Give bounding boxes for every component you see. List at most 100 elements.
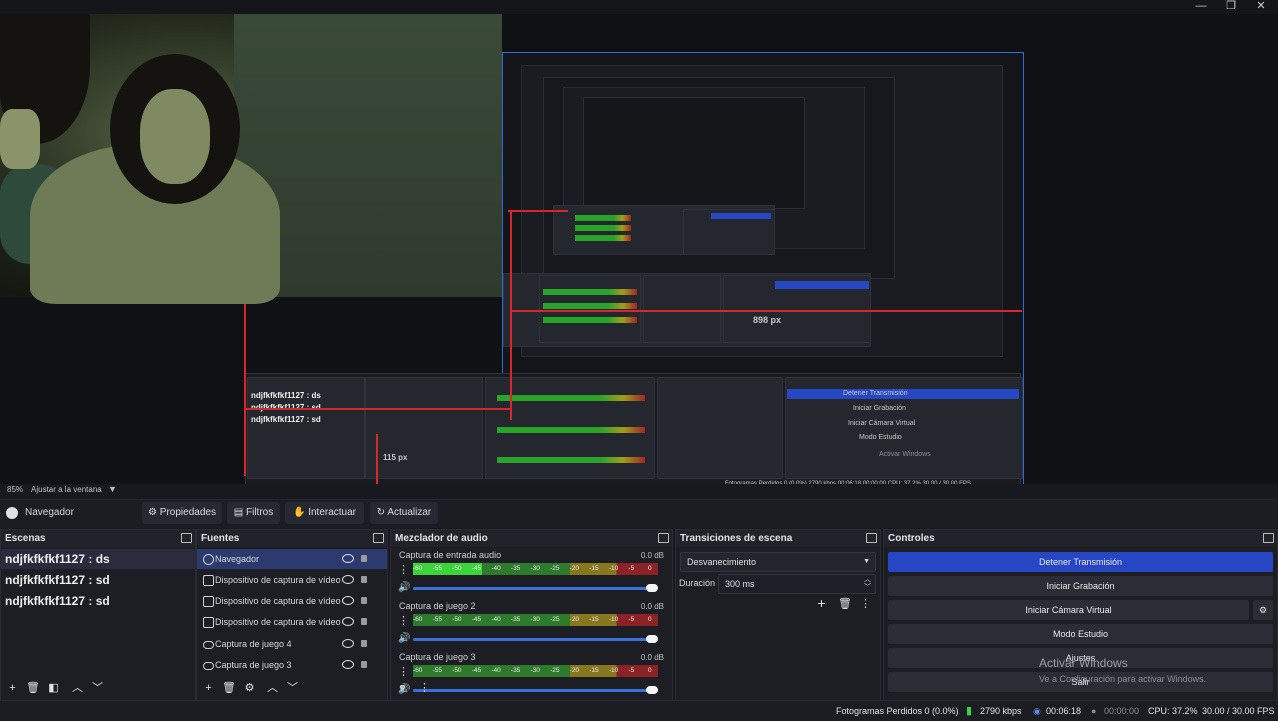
chevron-up-icon[interactable]: ︿ — [72, 683, 83, 694]
meter-tick-label: -60 — [413, 565, 423, 572]
trash-icon[interactable]: 🗑 — [26, 683, 40, 694]
lock-icon[interactable] — [361, 555, 367, 562]
globe-icon — [203, 554, 214, 565]
properties-button[interactable]: ⚙ Propiedades — [142, 502, 222, 524]
trash-icon[interactable]: 🗑 — [222, 683, 236, 694]
lock-icon[interactable] — [361, 576, 367, 583]
eye-icon[interactable] — [342, 575, 354, 584]
more-icon[interactable]: ⋮ — [398, 616, 409, 627]
source-item[interactable]: Captura de juego 4 — [197, 634, 387, 654]
meter-tick-label: 0 — [648, 616, 652, 623]
interact-button[interactable]: ✋ Interactuar — [285, 502, 364, 524]
refresh-button[interactable]: ↻ Actualizar — [370, 502, 438, 524]
volume-slider[interactable] — [413, 635, 658, 643]
zoom-mode-select[interactable]: Ajustar a la ventana — [31, 485, 102, 494]
sources-toolbar: + 🗑 ⚙ ︿ ﹀ — [197, 678, 387, 700]
meter-tick-label: -55 — [432, 667, 442, 674]
source-item[interactable]: Dispositivo de captura de vídeo — [197, 591, 387, 611]
chevron-down-icon[interactable]: ▼ — [108, 484, 117, 494]
undock-icon[interactable] — [1263, 533, 1274, 543]
start-virtual-camera-button[interactable]: Iniciar Cámara Virtual — [888, 600, 1249, 620]
fps: 30.00 / 30.00 FPS — [1202, 706, 1275, 716]
source-item[interactable]: Captura de juego 3 — [197, 655, 387, 675]
scene-item[interactable]: ndjfkfkfkf1127 : sd — [1, 591, 195, 611]
source-item[interactable]: Dispositivo de captura de vídeo — [197, 570, 387, 590]
transition-select[interactable]: Desvanecimiento ▼ — [680, 552, 876, 572]
more-icon[interactable]: ⋮ — [398, 565, 409, 576]
nested-control-4: Modo Estudio — [859, 434, 902, 441]
nested-preview: 898 px ndjfkfkfkf1127 : ds ndjfkfkfkf112… — [245, 52, 1024, 493]
scene-item[interactable]: ndjfkfkfkf1127 : ds — [1, 549, 195, 569]
undock-icon[interactable] — [181, 533, 192, 543]
stop-stream-button[interactable]: Detener Transmisión — [888, 552, 1273, 572]
meter-tick-label: -50 — [452, 616, 462, 623]
more-icon[interactable]: ⋮ — [419, 683, 430, 694]
channel-name: Captura de juego 2 — [399, 601, 476, 611]
undock-icon[interactable] — [866, 533, 877, 543]
duration-label: Duración — [679, 578, 716, 588]
preview-canvas[interactable]: 898 px ndjfkfkfkf1127 : ds ndjfkfkfkf112… — [0, 14, 1278, 493]
more-icon[interactable]: ⋮ — [860, 599, 871, 610]
lock-icon[interactable] — [361, 640, 367, 647]
meter-tick-label: -15 — [589, 565, 599, 572]
chevron-down-icon[interactable]: ﹀ — [864, 579, 871, 597]
gear-icon[interactable]: ⚙ — [244, 683, 255, 694]
minimize-button[interactable]: — — [1186, 0, 1216, 14]
chevron-down-icon[interactable]: ﹀ — [287, 683, 298, 694]
chevron-up-icon[interactable]: ︿ — [267, 683, 278, 694]
meter-tick-label: -5 — [628, 565, 635, 572]
mixer-title: Mezclador de audio — [391, 530, 672, 547]
gear-icon[interactable]: ⚙ — [1253, 600, 1273, 620]
source-toolbar: Navegador ⚙ Propiedades ▤ Filtros ✋ Inte… — [0, 499, 1278, 528]
guide-line-h2 — [244, 408, 510, 410]
source-item[interactable]: Navegador — [197, 549, 387, 569]
channel-name: Captura de juego 3 — [399, 652, 476, 662]
eye-icon[interactable] — [342, 554, 354, 563]
add-icon[interactable]: + — [7, 683, 18, 694]
duration-field[interactable]: 300 ms ︿ ﹀ — [718, 574, 876, 594]
bitrate: 2790 kbps — [980, 706, 1022, 716]
link-icon[interactable]: ⚭ — [397, 683, 408, 694]
zoom-row: 85% Ajustar a la ventana ▼ — [0, 484, 1278, 498]
lock-icon[interactable] — [361, 597, 367, 604]
scenes-dock: Escenas ndjfkfkfkf1127 : ds ndjfkfkfkf11… — [0, 529, 196, 701]
channel-name: Captura de entrada audio — [399, 550, 502, 560]
volume-slider-knob[interactable] — [646, 584, 658, 592]
meter-tick-label: -10 — [608, 616, 619, 623]
more-icon[interactable]: ⋮ — [398, 667, 409, 678]
filters-button[interactable]: ▤ Filtros — [227, 502, 280, 524]
meter-tick-label: -25 — [550, 667, 560, 674]
filter-icon[interactable]: ◧ — [48, 683, 59, 694]
eye-icon[interactable] — [342, 617, 354, 626]
chevron-down-icon[interactable]: ﹀ — [92, 683, 103, 694]
selected-source-name: Navegador — [25, 507, 74, 518]
undock-icon[interactable] — [658, 533, 669, 543]
activation-watermark-title: Activar Windows — [1039, 656, 1128, 670]
source-item[interactable]: Dispositivo de captura de vídeo — [197, 612, 387, 632]
undock-icon[interactable] — [373, 533, 384, 543]
meter-tick-label: -55 — [432, 616, 442, 623]
studio-mode-button[interactable]: Modo Estudio — [888, 624, 1273, 644]
eye-icon[interactable] — [342, 660, 354, 669]
guide-line-h1 — [510, 310, 1022, 312]
add-icon[interactable]: + — [203, 683, 214, 694]
trash-icon[interactable]: 🗑 — [838, 599, 852, 610]
add-icon[interactable]: + — [816, 596, 827, 610]
eye-icon[interactable] — [342, 596, 354, 605]
start-recording-button[interactable]: Iniciar Grabación — [888, 576, 1273, 596]
volume-slider[interactable] — [413, 584, 658, 592]
speaker-icon[interactable]: 🔊 — [398, 633, 410, 644]
lock-icon[interactable] — [361, 618, 367, 625]
volume-slider-knob[interactable] — [646, 635, 658, 643]
eye-icon[interactable] — [342, 639, 354, 648]
speaker-icon[interactable]: 🔊 — [398, 582, 410, 593]
close-button[interactable]: ✕ — [1246, 0, 1276, 14]
nested-scene-1: ndjfkfkfkf1127 : ds — [251, 391, 321, 400]
camera-icon — [203, 596, 214, 607]
meter-ticks: -60 -55 -50 -45 -40 -35 -30 -25 -20 -15 -10 -5 0 — [413, 616, 658, 624]
gamepad-icon — [203, 641, 214, 649]
maximize-button[interactable]: ❐ — [1216, 0, 1246, 14]
sources-title: Fuentes — [197, 530, 387, 547]
scene-item[interactable]: ndjfkfkfkf1127 : sd — [1, 570, 195, 590]
lock-icon[interactable] — [361, 661, 367, 668]
